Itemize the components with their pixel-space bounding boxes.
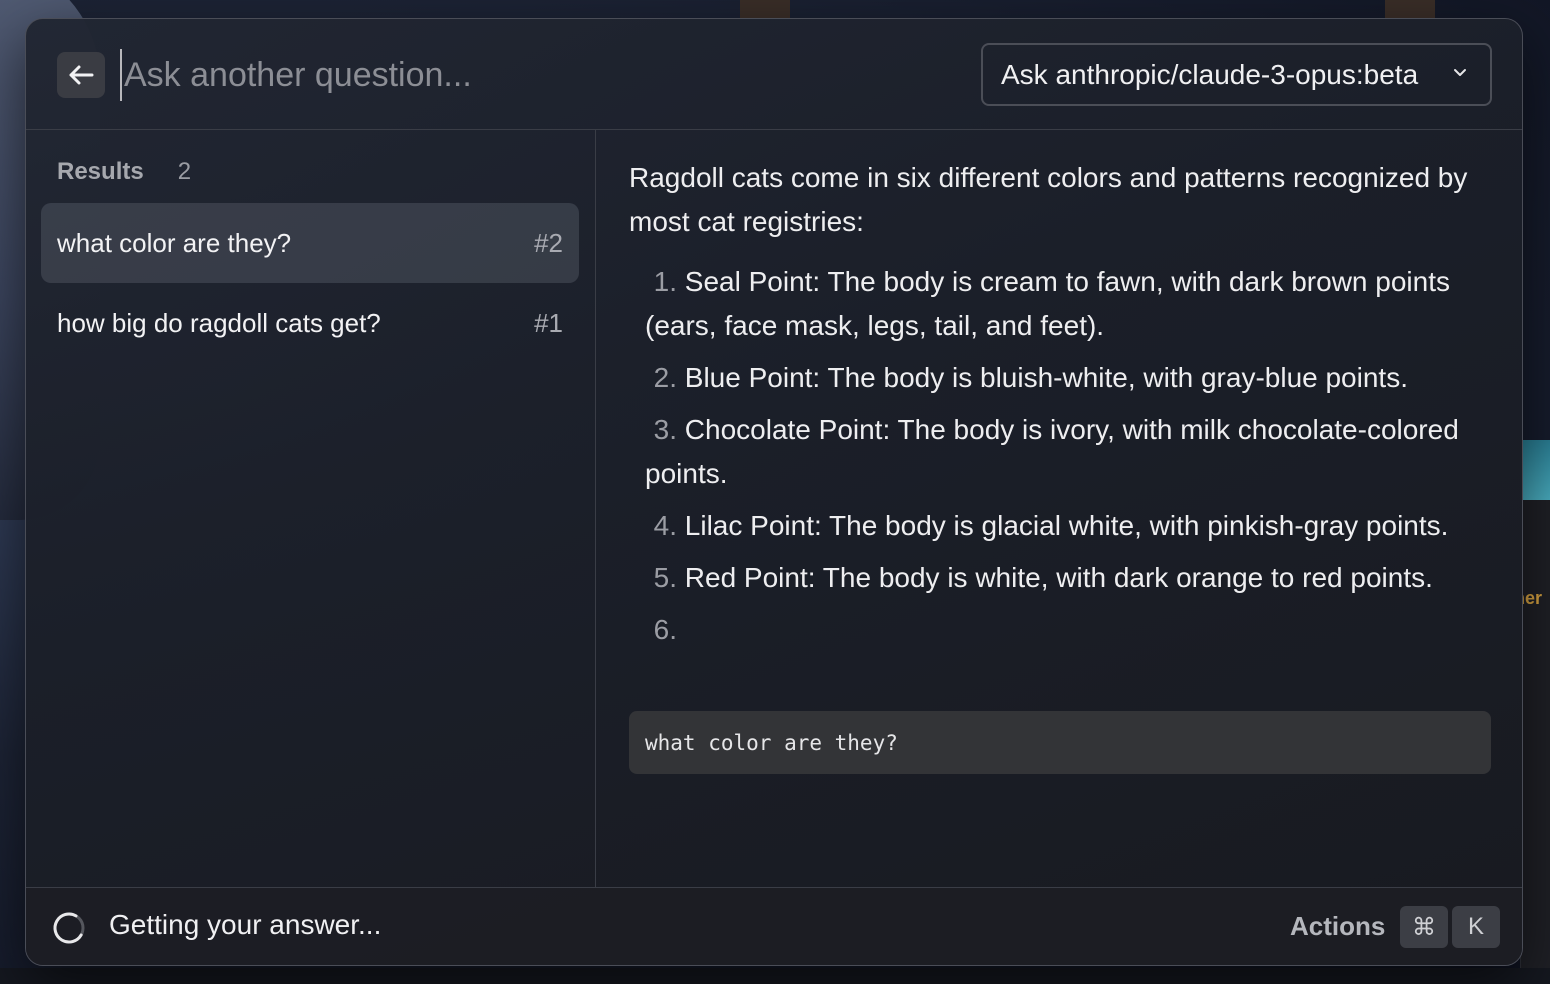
ask-ai-window: Ask anthropic/claude-3-opus:beta Results… xyxy=(25,18,1523,966)
list-number: 6. xyxy=(653,614,677,645)
list-item: 5. Red Point: The body is white, with da… xyxy=(645,556,1505,600)
background-partial-text: her xyxy=(1520,588,1543,608)
list-text: Lilac Point: The body is glacial white, … xyxy=(684,510,1449,541)
list-item: 6. xyxy=(645,608,1505,652)
code-text: what color are they? xyxy=(645,730,898,755)
result-item-text: how big do ragdoll cats get? xyxy=(57,307,381,338)
result-item-text: what color are they? xyxy=(57,227,292,258)
list-number: 2. xyxy=(653,362,677,393)
command-key-icon: ⌘ xyxy=(1400,906,1448,948)
shortcut-key: K xyxy=(1452,906,1500,948)
results-sidebar: Results 2 what color are they? #2 how bi… xyxy=(26,130,596,887)
list-text: Red Point: The body is white, with dark … xyxy=(684,562,1433,593)
model-select-label: Ask anthropic/claude-3-opus:beta xyxy=(1001,58,1419,90)
status-text: Getting your answer... xyxy=(109,909,382,940)
background-post xyxy=(740,0,790,18)
result-item-number: #1 xyxy=(534,307,563,338)
chevron-down-icon xyxy=(1454,69,1466,76)
loading-spinner-icon xyxy=(53,912,85,944)
results-header: Results 2 xyxy=(57,158,191,186)
list-item: 4. Lilac Point: The body is glacial whit… xyxy=(645,504,1505,548)
results-count: 2 xyxy=(177,158,192,185)
back-button[interactable] xyxy=(57,52,105,98)
result-item[interactable]: how big do ragdoll cats get? #1 xyxy=(41,283,579,363)
actions-button[interactable]: Actions xyxy=(1290,911,1385,942)
background-taskbar xyxy=(0,968,1550,984)
list-text: Chocolate Point: The body is ivory, with… xyxy=(645,414,1459,489)
list-number: 5. xyxy=(653,562,677,593)
model-select[interactable]: Ask anthropic/claude-3-opus:beta xyxy=(981,43,1492,106)
answer-intro: Ragdoll cats come in six different color… xyxy=(629,162,1468,237)
result-item-number: #2 xyxy=(534,227,563,258)
top-bar: Ask anthropic/claude-3-opus:beta xyxy=(26,19,1522,130)
footer-bar: Getting your answer... Actions ⌘ K xyxy=(26,887,1522,965)
list-text: Blue Point: The body is bluish-white, wi… xyxy=(684,362,1408,393)
list-number: 4. xyxy=(653,510,677,541)
search-input[interactable] xyxy=(120,49,940,101)
results-label: Results xyxy=(57,158,144,185)
list-item: 2. Blue Point: The body is bluish-white,… xyxy=(645,356,1505,400)
list-item: 3. Chocolate Point: The body is ivory, w… xyxy=(645,408,1505,496)
answer-list: 1. Seal Point: The body is cream to fawn… xyxy=(645,260,1505,660)
list-item: 1. Seal Point: The body is cream to fawn… xyxy=(645,260,1505,348)
list-text: Seal Point: The body is cream to fawn, w… xyxy=(645,266,1450,341)
background-window-edge xyxy=(1520,500,1550,970)
code-block: what color are they? xyxy=(629,711,1491,774)
answer-panel: Ragdoll cats come in six different color… xyxy=(597,130,1522,887)
arrow-left-icon xyxy=(69,65,94,85)
background-post xyxy=(1385,0,1435,18)
result-item[interactable]: what color are they? #2 xyxy=(41,203,579,283)
list-number: 1. xyxy=(653,266,677,297)
list-number: 3. xyxy=(653,414,677,445)
